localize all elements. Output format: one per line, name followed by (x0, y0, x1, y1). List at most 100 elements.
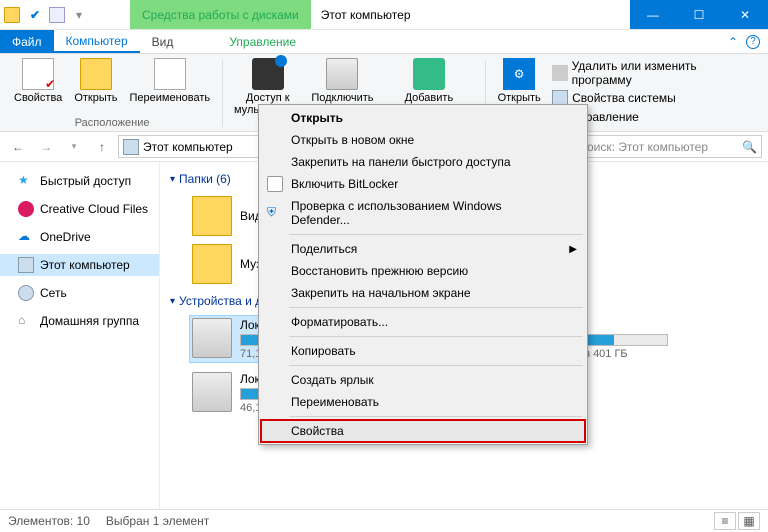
ribbon-label: Открыть (498, 92, 541, 104)
rename-icon (154, 58, 186, 90)
help-icon[interactable]: ? (746, 35, 760, 49)
sidebar-item-label: Домашняя группа (40, 314, 139, 328)
ribbon-label: Переименовать (130, 92, 211, 104)
window-controls: ― ☐ ✕ (630, 0, 768, 29)
menu-item-label: Открыть в новом окне (291, 133, 414, 147)
app-icon (4, 7, 20, 23)
menu-item-label: Проверка с использованием Windows Defend… (291, 199, 561, 227)
menu-item[interactable]: Форматировать... (261, 311, 585, 333)
nav-up-button[interactable]: ↑ (90, 135, 114, 159)
menu-item[interactable]: Восстановить прежнюю версию (261, 260, 585, 282)
collapse-ribbon-icon[interactable]: ⌃ (728, 35, 738, 49)
media-icon (252, 58, 284, 90)
folder-icon (192, 244, 232, 284)
ribbon-label: Открыть (74, 92, 117, 104)
qat-save-icon[interactable] (49, 7, 65, 23)
maximize-button[interactable]: ☐ (676, 0, 722, 29)
sidebar-item-cc[interactable]: Creative Cloud Files (0, 198, 159, 220)
menu-item-label: Включить BitLocker (291, 177, 398, 191)
ribbon-group-label (625, 126, 628, 142)
menu-item-label: Переименовать (291, 395, 379, 409)
menu-item[interactable]: Закрепить на панели быстрого доступа (261, 151, 585, 173)
sidebar-item-pc[interactable]: Этот компьютер (0, 254, 159, 276)
folder-icon (192, 196, 232, 236)
menu-separator (289, 416, 583, 417)
drive-icon (192, 318, 232, 358)
ribbon-properties[interactable]: ✔ Свойства (10, 56, 66, 115)
tab-manage[interactable]: Управление (217, 30, 308, 53)
menu-item-label: Восстановить прежнюю версию (291, 264, 468, 278)
minimize-button[interactable]: ― (630, 0, 676, 29)
view-details-button[interactable]: ≡ (714, 512, 736, 530)
menu-item[interactable]: Свойства (261, 420, 585, 442)
menu-item[interactable]: Открыть (261, 107, 585, 129)
nav-back-button[interactable]: ← (6, 135, 30, 159)
breadcrumb[interactable]: Этот компьютер (143, 140, 233, 154)
connect-drive-icon (326, 58, 358, 90)
menu-item[interactable]: Создать ярлык (261, 369, 585, 391)
pc-icon (18, 257, 34, 273)
sidebar-item-cloud[interactable]: ☁OneDrive (0, 226, 159, 248)
tab-file[interactable]: Файл (0, 30, 54, 53)
contextual-tab[interactable]: Средства работы с дисками (130, 0, 311, 29)
view-icons-button[interactable]: ▦ (738, 512, 760, 530)
qat-dropdown-icon[interactable]: ▾ (71, 7, 87, 23)
menu-item[interactable]: Открыть в новом окне (261, 129, 585, 151)
menu-item-label: Открыть (291, 111, 343, 125)
sidebar-item-home[interactable]: ⌂ Домашняя группа (0, 310, 159, 332)
ribbon-tabs: Файл Компьютер Вид Управление ⌃ ? (0, 30, 768, 54)
location-icon (123, 139, 139, 155)
settings-icon: ⚙ (503, 58, 535, 90)
cc-icon (18, 201, 34, 217)
menu-item-label: Поделиться (291, 242, 357, 256)
ribbon-uninstall[interactable]: Удалить или изменить программу (548, 58, 758, 88)
nav-history-button[interactable]: ▾ (62, 135, 86, 159)
menu-item[interactable]: Включить BitLocker (261, 173, 585, 195)
qat-check-icon[interactable]: ✔ (27, 7, 43, 23)
menu-item[interactable]: Переименовать (261, 391, 585, 413)
home-icon: ⌂ (18, 313, 34, 329)
status-count: Элементов: 10 (8, 514, 90, 528)
status-bar: Элементов: 10 Выбран 1 элемент ≡ ▦ (0, 509, 768, 532)
ribbon-small-label: Свойства системы (572, 91, 676, 105)
ribbon-small-label: Удалить или изменить программу (572, 59, 754, 87)
menu-separator (289, 365, 583, 366)
sidebar-item-label: Сеть (40, 286, 67, 300)
search-box[interactable]: оиск: Этот компьютер 🔍 (582, 135, 762, 158)
menu-separator (289, 336, 583, 337)
sidebar-item-label: Creative Cloud Files (40, 202, 148, 216)
menu-item[interactable]: Копировать (261, 340, 585, 362)
ribbon-label: Свойства (14, 92, 62, 104)
ribbon-help: ⌃ ? (720, 30, 768, 53)
ribbon-open[interactable]: Открыть (70, 56, 121, 115)
menu-separator (289, 307, 583, 308)
menu-item-label: Форматировать... (291, 315, 388, 329)
sidebar-item-label: OneDrive (40, 230, 91, 244)
tab-computer[interactable]: Компьютер (54, 30, 140, 53)
sidebar-item-net[interactable]: Сеть (0, 282, 159, 304)
search-icon[interactable]: 🔍 (742, 140, 757, 154)
drive-icon (192, 372, 232, 412)
title-bar: ✔ ▾ Средства работы с дисками Этот компь… (0, 0, 768, 30)
menu-item[interactable]: ⛨Проверка с использованием Windows Defen… (261, 195, 585, 231)
nav-forward-button[interactable]: → (34, 135, 58, 159)
ribbon-rename[interactable]: Переименовать (126, 56, 215, 115)
menu-item[interactable]: Поделиться▶ (261, 238, 585, 260)
quick-access-toolbar: ✔ ▾ (0, 0, 90, 29)
chevron-down-icon: ▾ (170, 296, 175, 307)
star-icon: ★ (18, 173, 34, 189)
view-switcher: ≡ ▦ (714, 512, 760, 530)
close-button[interactable]: ✕ (722, 0, 768, 29)
menu-item[interactable]: Закрепить на начальном экране (261, 282, 585, 304)
menu-item-label: Свойства (291, 424, 344, 438)
sidebar: ★Быстрый доступ Creative Cloud Files ☁OneD… (0, 162, 160, 509)
sidebar-item-star[interactable]: ★Быстрый доступ (0, 170, 159, 192)
properties-icon: ✔ (22, 58, 54, 90)
menu-separator (289, 234, 583, 235)
menu-item-label: Копировать (291, 344, 356, 358)
open-icon (80, 58, 112, 90)
menu-item-label: Закрепить на начальном экране (291, 286, 471, 300)
tab-view[interactable]: Вид (140, 30, 186, 53)
status-selection: Выбран 1 элемент (106, 514, 209, 528)
search-placeholder: оиск: Этот компьютер (587, 140, 708, 154)
